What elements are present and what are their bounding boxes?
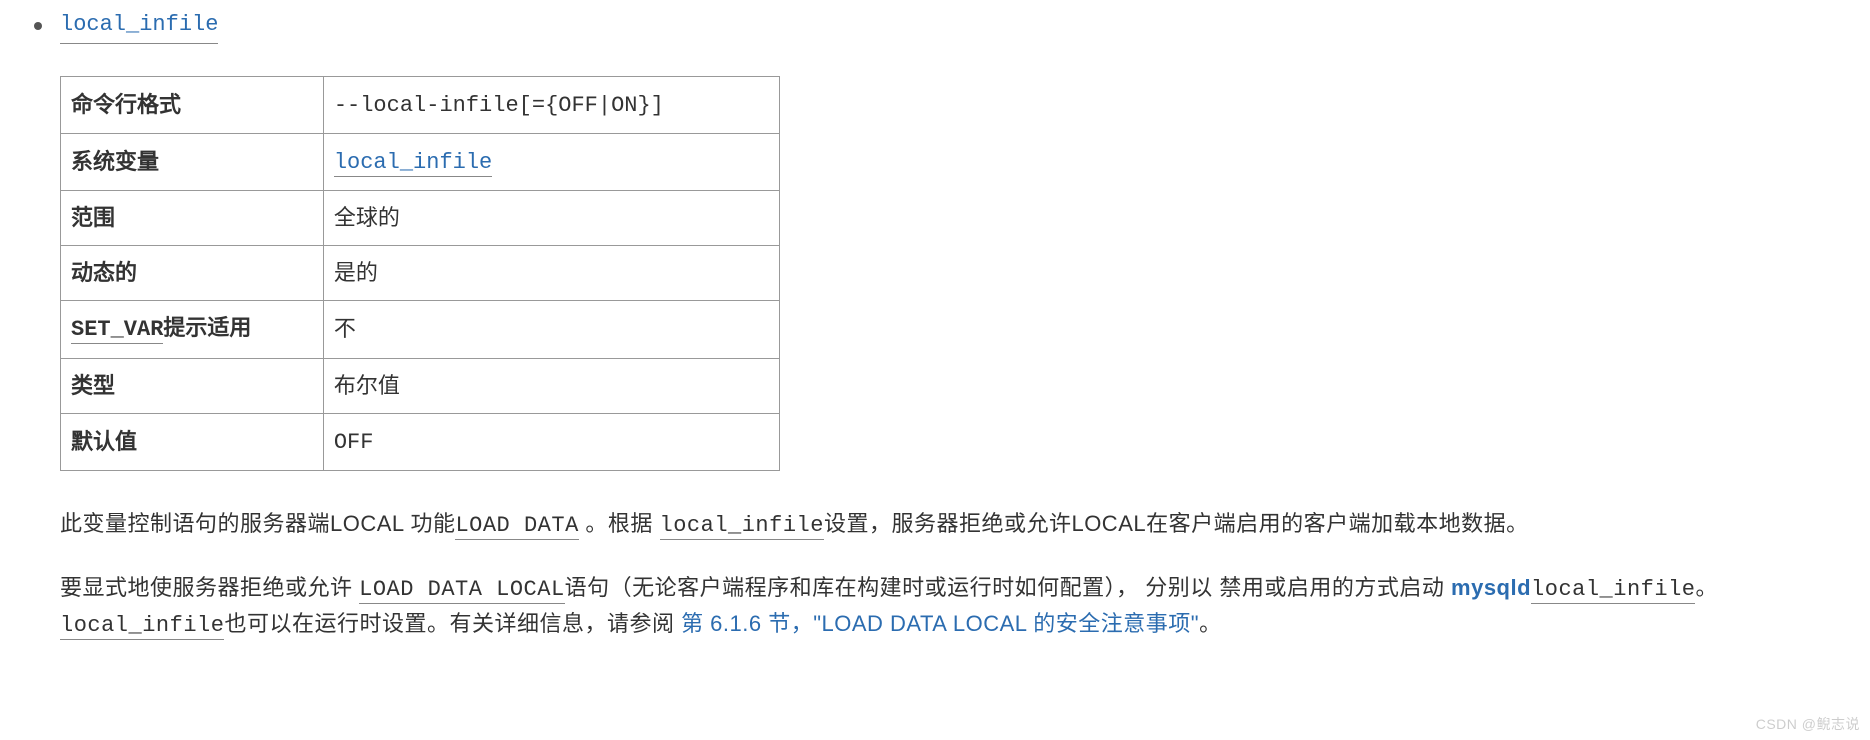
attr-value: 全球的: [323, 191, 779, 246]
table-row: SET_VAR提示适用 不: [61, 301, 780, 358]
attributes-table-body: 命令行格式 --local-infile[={OFF|ON}] 系统变量 loc…: [61, 77, 780, 471]
paragraph-1: 此变量控制语句的服务器端LOCAL 功能LOAD DATA 。根据 local_…: [60, 507, 1844, 543]
inline-code: local_infile: [1531, 577, 1695, 604]
table-row: 命令行格式 --local-infile[={OFF|ON}]: [61, 77, 780, 134]
table-row: 范围 全球的: [61, 191, 780, 246]
text: 。: [1199, 611, 1222, 636]
text: 。: [1695, 575, 1718, 600]
attr-value: --local-infile[={OFF|ON}]: [323, 77, 779, 134]
inline-code: LOAD DATA LOCAL: [359, 577, 565, 604]
table-row: 动态的 是的: [61, 246, 780, 301]
watermark: CSDN @鲵志说: [1756, 714, 1860, 736]
attributes-table-wrapper: 命令行格式 --local-infile[={OFF|ON}] 系统变量 loc…: [60, 76, 1860, 471]
bullet-dot-icon: [34, 22, 42, 30]
attr-value-code: OFF: [334, 430, 374, 455]
table-row: 类型 布尔值: [61, 358, 780, 413]
inline-code: local_infile: [660, 513, 824, 540]
text: 要显式地使服务器拒绝或允许: [60, 575, 359, 600]
attributes-table: 命令行格式 --local-infile[={OFF|ON}] 系统变量 loc…: [60, 76, 780, 471]
attr-value: 布尔值: [323, 358, 779, 413]
attr-value: local_infile: [323, 134, 779, 191]
inline-code: local_infile: [60, 613, 224, 640]
description-paragraphs: 此变量控制语句的服务器端LOCAL 功能LOAD DATA 。根据 local_…: [60, 507, 1844, 643]
text: 设置，服务器拒绝或允许LOCAL在客户端启用的客户端加载本地数据。: [824, 511, 1529, 536]
attr-value: 是的: [323, 246, 779, 301]
attr-value: 不: [323, 301, 779, 358]
bullet-item: local_infile: [34, 8, 1860, 44]
doc-page: local_infile 命令行格式 --local-infile[={OFF|…: [0, 0, 1870, 740]
inline-code: LOAD DATA: [455, 513, 578, 540]
attr-label-text: 提示适用: [163, 315, 251, 340]
attr-value-link[interactable]: local_infile: [334, 150, 492, 177]
attr-value: OFF: [323, 413, 779, 470]
text: 语句（无论客户端程序和库在构建时或运行时如何配置）， 分别以 禁用或启用的方式启…: [565, 575, 1451, 600]
table-row: 默认值 OFF: [61, 413, 780, 470]
attr-label: 默认值: [61, 413, 324, 470]
attr-label-code: SET_VAR: [71, 317, 163, 344]
variable-name-link[interactable]: local_infile: [60, 8, 218, 44]
text: 也可以在运行时设置。有关详细信息，请参阅: [224, 611, 681, 636]
attr-label: 类型: [61, 358, 324, 413]
text: 。根据: [579, 511, 660, 536]
mysqld-link[interactable]: mysqld: [1451, 575, 1531, 600]
attr-label: 系统变量: [61, 134, 324, 191]
table-row: 系统变量 local_infile: [61, 134, 780, 191]
attr-value-code: --local-infile[={OFF|ON}]: [334, 93, 664, 118]
text: 此变量控制语句的服务器端LOCAL 功能: [60, 511, 455, 536]
attr-label: SET_VAR提示适用: [61, 301, 324, 358]
paragraph-2: 要显式地使服务器拒绝或允许 LOAD DATA LOCAL语句（无论客户端程序和…: [60, 571, 1844, 643]
attr-label: 命令行格式: [61, 77, 324, 134]
section-link[interactable]: 第 6.1.6 节，"LOAD DATA LOCAL 的安全注意事项": [681, 611, 1199, 636]
attr-label: 动态的: [61, 246, 324, 301]
attr-label: 范围: [61, 191, 324, 246]
